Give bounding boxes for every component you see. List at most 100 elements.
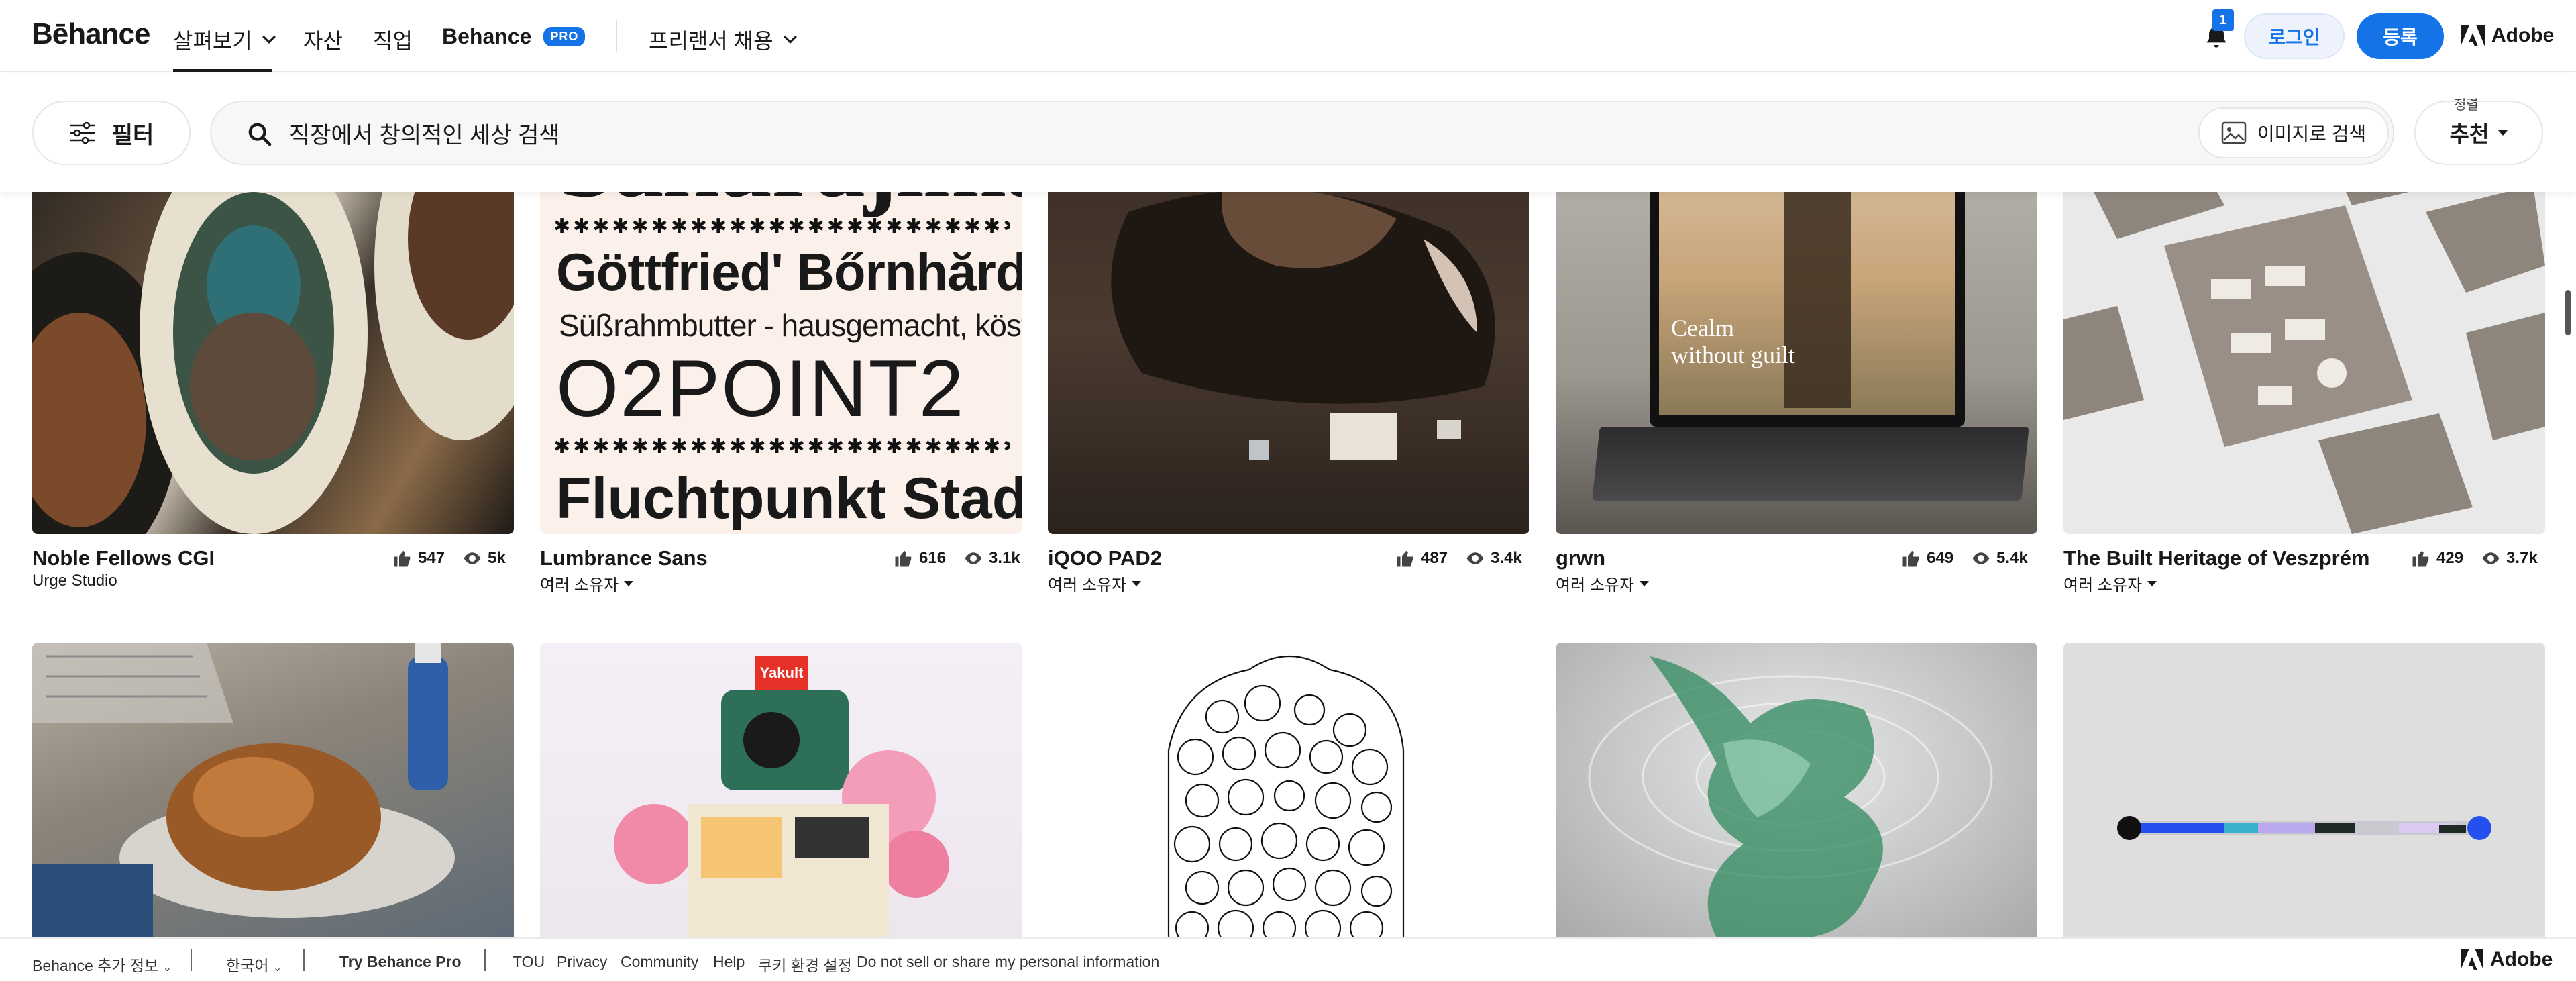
nav-assets-label: 자산 bbox=[303, 29, 343, 53]
project-thumbnail-line-art[interactable] bbox=[1048, 643, 1529, 938]
multiple-owners-dropdown[interactable]: 여러 소유자 bbox=[1048, 572, 1142, 595]
caret-down-icon bbox=[624, 580, 634, 586]
multiple-owners-dropdown[interactable]: 여러 소유자 bbox=[2063, 572, 2157, 595]
o2point2-text: O2POINT2 bbox=[556, 344, 965, 433]
image-search-button[interactable]: 이미지로 검색 bbox=[2198, 107, 2389, 158]
wine-bottles-illustration bbox=[32, 132, 514, 534]
footer-adobe-link[interactable]: Adobe bbox=[2461, 948, 2553, 971]
project-stats: 547 5k bbox=[392, 548, 506, 568]
project-thumbnail-bar-object[interactable] bbox=[2063, 643, 2545, 938]
page-scrollbar-thumb[interactable] bbox=[2565, 290, 2571, 335]
top-navigation: Bēhance 살펴보기 자산 직업 Behance PRO 프리랜서 채용 1 … bbox=[0, 0, 2576, 72]
active-tab-indicator bbox=[173, 69, 272, 72]
project-title[interactable]: The Built Heritage of Veszprém bbox=[2063, 546, 2370, 570]
footer: Behance 추가 정보 ⌄ 한국어 ⌄ Try Behance Pro TO… bbox=[0, 937, 2576, 981]
project-thumbnail-roast-chicken[interactable] bbox=[32, 643, 514, 938]
project-stats: 649 5.4k bbox=[1901, 548, 2028, 568]
eye-icon bbox=[1466, 552, 1484, 564]
eye-icon bbox=[965, 552, 982, 564]
project-thumbnail-lumbrance-sans[interactable]: Sakurajima ✱✱✱✱✱✱✱✱✱✱✱✱✱✱✱✱✱✱✱✱✱✱✱✱ Gött… bbox=[540, 132, 1022, 534]
nav-jobs-label: 직업 bbox=[373, 29, 413, 53]
caret-down-icon bbox=[1640, 580, 1650, 586]
multiple-owners-dropdown[interactable]: 여러 소유자 bbox=[1556, 572, 1650, 595]
nav-behance-pro[interactable]: Behance PRO bbox=[442, 24, 586, 49]
susrahm-text: Süßrahmbutter - hausgemacht, köstlich bbox=[559, 308, 1022, 343]
project-title[interactable]: Lumbrance Sans bbox=[540, 546, 708, 570]
adobe-logo-icon bbox=[2461, 25, 2485, 46]
login-button[interactable]: 로그인 bbox=[2244, 13, 2345, 59]
project-title[interactable]: Noble Fellows CGI bbox=[32, 546, 215, 570]
project-thumbnail-water-sculpture[interactable] bbox=[1556, 643, 2037, 938]
pro-badge: PRO bbox=[543, 27, 586, 46]
footer-adobe-label: Adobe bbox=[2490, 948, 2553, 970]
asterisk-row: ✱✱✱✱✱✱✱✱✱✱✱✱✱✱✱✱✱✱✱✱✱✱✱✱ bbox=[553, 215, 1010, 238]
adobe-link[interactable]: Adobe bbox=[2461, 24, 2554, 47]
project-thumbnail-veszprem[interactable] bbox=[2063, 132, 2545, 534]
owner-name: Urge Studio bbox=[32, 572, 117, 590]
abstract-render-illustration bbox=[1111, 189, 1495, 460]
adobe-label: Adobe bbox=[2491, 24, 2555, 46]
project-title[interactable]: grwn bbox=[1556, 546, 1605, 570]
footer-privacy[interactable]: Privacy bbox=[557, 953, 607, 971]
footer-more-info[interactable]: Behance 추가 정보 ⌄ bbox=[32, 953, 172, 976]
likes-count: 649 bbox=[1927, 549, 1954, 567]
owner-name: 여러 소유자 bbox=[540, 576, 619, 595]
laptop-keyboard bbox=[1592, 427, 2029, 501]
footer-try-pro[interactable]: Try Behance Pro bbox=[339, 953, 462, 971]
views-count: 3.4k bbox=[1491, 549, 1522, 567]
project-title[interactable]: iQOO PAD2 bbox=[1048, 546, 1162, 570]
likes-count: 616 bbox=[919, 549, 947, 567]
image-icon bbox=[2221, 121, 2247, 144]
sort-dropdown[interactable]: 추천 bbox=[2414, 101, 2543, 165]
nav-hire-freelancers[interactable]: 프리랜서 채용 bbox=[649, 24, 797, 55]
nav-assets[interactable]: 자산 bbox=[303, 24, 343, 55]
fluchtpunkt-text: Fluchtpunkt Stadt bbox=[556, 466, 1022, 531]
search-toolbar: 필터 이미지로 검색 정렬 추천 bbox=[0, 74, 2576, 192]
footer-language[interactable]: 한국어 ⌄ bbox=[226, 953, 282, 976]
project-thumbnail-iqoo-pad2[interactable] bbox=[1048, 132, 1529, 534]
footer-tou[interactable]: TOU bbox=[513, 953, 545, 971]
owner-name: 여러 소유자 bbox=[2063, 576, 2143, 595]
behance-logo[interactable]: Bēhance bbox=[32, 17, 150, 51]
multiple-owners-dropdown[interactable]: 여러 소유자 bbox=[540, 572, 634, 595]
footer-community[interactable]: Community bbox=[621, 953, 698, 971]
search-input[interactable] bbox=[289, 102, 2167, 164]
thumbs-up-icon bbox=[394, 550, 411, 567]
project-thumbnail-yakult-building[interactable]: Yakult bbox=[540, 643, 1022, 938]
horizontal-bar-illustration bbox=[2117, 816, 2491, 840]
sort-value: 추천 bbox=[2449, 122, 2489, 146]
image-search-label: 이미지로 검색 bbox=[2257, 123, 2367, 144]
chevron-down-icon bbox=[783, 30, 797, 44]
search-icon bbox=[248, 123, 272, 146]
project-thumbnail-noble-fellows[interactable] bbox=[32, 132, 514, 534]
gottfried-text: Göttfried' Bőrnhărd! bbox=[556, 242, 1022, 301]
likes-count: 547 bbox=[418, 549, 445, 567]
thumbs-up-icon bbox=[2412, 550, 2429, 567]
footer-divider bbox=[191, 949, 192, 971]
footer-do-not-sell[interactable]: Do not sell or share my personal informa… bbox=[857, 953, 1159, 971]
without-guilt-text: without guilt bbox=[1671, 342, 1796, 368]
adobe-logo-icon bbox=[2461, 949, 2483, 970]
footer-cookie-settings[interactable]: 쿠키 환경 설정 bbox=[758, 953, 852, 976]
nav-jobs[interactable]: 직업 bbox=[373, 24, 413, 55]
filter-button[interactable]: 필터 bbox=[32, 101, 191, 165]
project-thumbnail-grwn[interactable]: Cealm without guilt bbox=[1556, 132, 2037, 534]
project-stats: 487 3.4k bbox=[1395, 548, 1522, 568]
footer-help[interactable]: Help bbox=[713, 953, 745, 971]
signup-button[interactable]: 등록 bbox=[2357, 13, 2444, 59]
notification-badge: 1 bbox=[2212, 9, 2234, 31]
nav-explore[interactable]: 살펴보기 bbox=[173, 24, 276, 55]
green-glass-illustration bbox=[1588, 656, 1993, 938]
chevron-down-icon: ⌄ bbox=[272, 962, 282, 974]
nav-hire-label: 프리랜서 채용 bbox=[649, 29, 773, 53]
yakult-sign: Yakult bbox=[755, 656, 808, 690]
eye-icon bbox=[1972, 552, 1990, 564]
project-owner[interactable]: Urge Studio bbox=[32, 572, 117, 590]
eye-icon bbox=[2482, 552, 2500, 564]
books-illustration bbox=[2063, 132, 2545, 534]
chevron-down-icon: ⌄ bbox=[162, 962, 172, 974]
views-count: 5k bbox=[488, 549, 506, 567]
owner-name: 여러 소유자 bbox=[1556, 576, 1635, 595]
search-bar: 이미지로 검색 bbox=[210, 101, 2394, 165]
filter-label: 필터 bbox=[111, 122, 154, 148]
